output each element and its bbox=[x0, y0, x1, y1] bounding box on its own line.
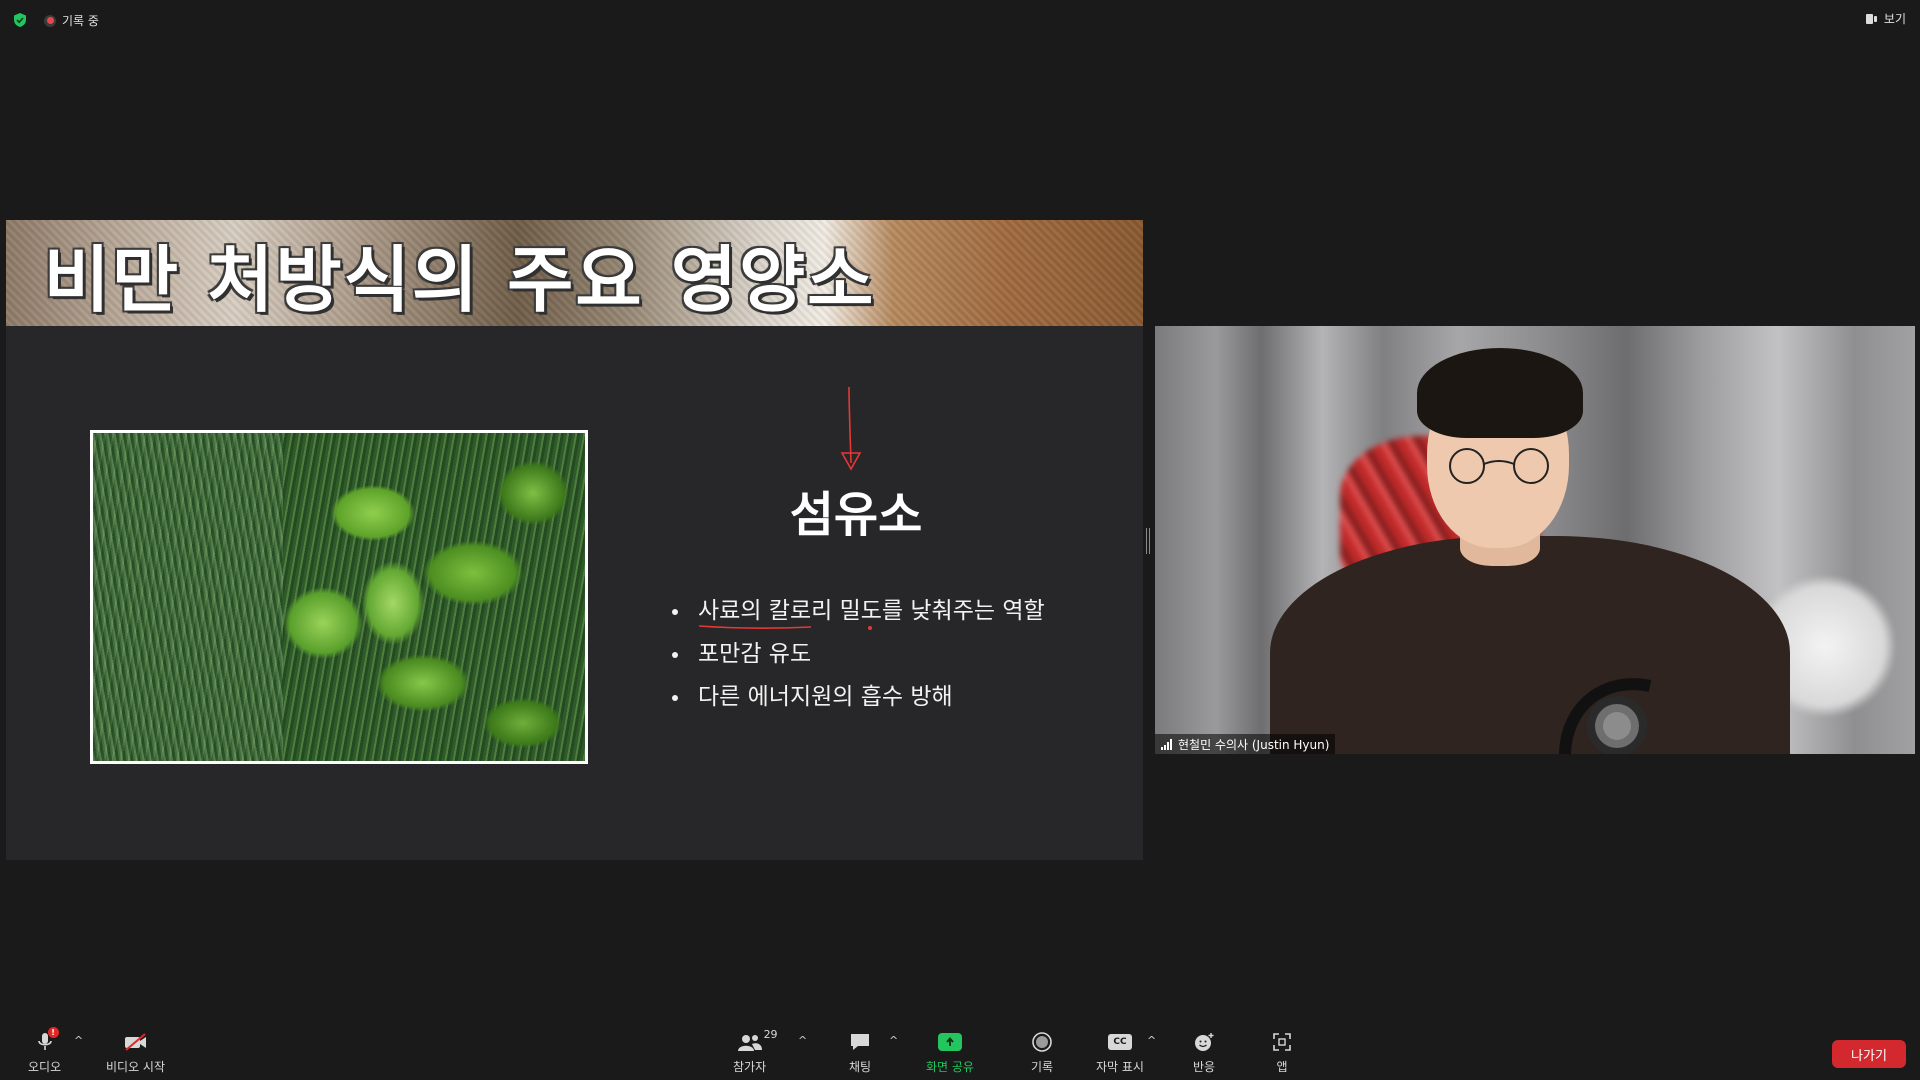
captions-button[interactable]: CC 자막 표시 bbox=[1096, 1030, 1144, 1075]
participant-name-tag: 현철민 수의사 (Justin Hyun) bbox=[1155, 734, 1336, 754]
leave-meeting-button[interactable]: 나가기 bbox=[1832, 1040, 1906, 1068]
slide-heading: 섬유소 bbox=[789, 487, 923, 543]
view-label: 보기 bbox=[1883, 12, 1906, 26]
annotation-underline bbox=[698, 625, 812, 629]
speaker-body bbox=[1270, 536, 1790, 754]
panel-resize-handle[interactable] bbox=[1146, 528, 1150, 554]
record-button[interactable]: 기록 bbox=[1028, 1030, 1056, 1075]
record-icon bbox=[1028, 1030, 1056, 1054]
vegetables-photo bbox=[90, 430, 588, 764]
chat-options-caret-icon[interactable]: ^ bbox=[889, 1034, 898, 1047]
meeting-toolbar: ! 오디오 ^ 비디오 시작 29 참가자 ^ 채팅 ^ 화면 공유 기록 CC… bbox=[0, 1020, 1920, 1080]
start-video-button[interactable]: 비디오 시작 bbox=[106, 1030, 165, 1075]
annotation-arrow bbox=[840, 386, 862, 471]
captions-icon-text: CC bbox=[1107, 1034, 1132, 1050]
closed-captions-icon: CC bbox=[1106, 1030, 1134, 1054]
apps-button[interactable]: 앱 bbox=[1268, 1030, 1296, 1075]
connection-signal-icon bbox=[1161, 738, 1172, 750]
bullet-item: 포만감 유도 bbox=[666, 633, 1045, 676]
participant-name: 현철민 수의사 (Justin Hyun) bbox=[1178, 737, 1330, 752]
audio-button[interactable]: ! 오디오 bbox=[28, 1027, 62, 1075]
annotation-dot bbox=[868, 626, 872, 630]
security-shield-icon[interactable] bbox=[12, 12, 28, 28]
chat-label: 채팅 bbox=[848, 1060, 872, 1074]
microphone-icon: ! bbox=[31, 1027, 59, 1054]
record-label: 기록 bbox=[1030, 1060, 1054, 1074]
meeting-top-bar: 기록 중 보기 bbox=[0, 0, 1920, 40]
speaker-hair bbox=[1417, 348, 1583, 438]
slide-bullet-list: 사료의 칼로리 밀도를 낮춰주는 역할 포만감 유도 다른 에너지원의 흡수 방… bbox=[666, 590, 1045, 719]
bullet-item: 다른 에너지원의 흡수 방해 bbox=[666, 676, 1045, 719]
participants-icon: 29 bbox=[736, 1028, 778, 1054]
microphone-icon bbox=[1559, 678, 1652, 754]
participants-count: 29 bbox=[763, 1028, 778, 1041]
chat-button[interactable]: 채팅 bbox=[846, 1030, 874, 1075]
slide-title: 비만 처방식의 주요 영양소 bbox=[43, 237, 876, 322]
reactions-button[interactable]: 반응 bbox=[1190, 1030, 1218, 1075]
recording-label: 기록 중 bbox=[62, 14, 99, 28]
audio-label: 오디오 bbox=[28, 1060, 62, 1074]
chat-bubble-icon bbox=[846, 1030, 874, 1054]
view-layout-icon bbox=[1865, 13, 1878, 25]
audio-options-caret-icon[interactable]: ^ bbox=[74, 1034, 83, 1047]
participants-button[interactable]: 29 참가자 bbox=[733, 1028, 778, 1075]
reactions-label: 반응 bbox=[1192, 1060, 1216, 1074]
participants-options-caret-icon[interactable]: ^ bbox=[798, 1034, 807, 1047]
video-label: 비디오 시작 bbox=[106, 1060, 166, 1074]
share-screen-icon bbox=[936, 1030, 964, 1054]
audio-warning-badge: ! bbox=[47, 1027, 59, 1038]
video-off-icon bbox=[122, 1030, 150, 1054]
participants-label: 참가자 bbox=[733, 1060, 767, 1074]
captions-label: 자막 표시 bbox=[1096, 1060, 1144, 1074]
share-screen-button[interactable]: 화면 공유 bbox=[926, 1030, 974, 1075]
share-screen-label: 화면 공유 bbox=[926, 1060, 974, 1074]
captions-options-caret-icon[interactable]: ^ bbox=[1147, 1034, 1156, 1047]
view-button[interactable]: 보기 bbox=[1865, 10, 1906, 27]
apps-icon bbox=[1268, 1030, 1296, 1054]
glasses-icon bbox=[1449, 448, 1549, 484]
shared-screen: 비만 처방식의 주요 영양소 섬유소 사료의 칼로리 밀도를 낮춰주는 역할 포… bbox=[6, 220, 1143, 860]
recording-indicator[interactable]: 기록 중 bbox=[44, 12, 99, 29]
dill-texture bbox=[93, 433, 283, 761]
recording-icon bbox=[44, 14, 56, 27]
speaker-video-tile[interactable]: 현철민 수의사 (Justin Hyun) bbox=[1155, 326, 1915, 754]
reaction-smiley-icon bbox=[1190, 1030, 1218, 1054]
apps-label: 앱 bbox=[1276, 1060, 1288, 1074]
